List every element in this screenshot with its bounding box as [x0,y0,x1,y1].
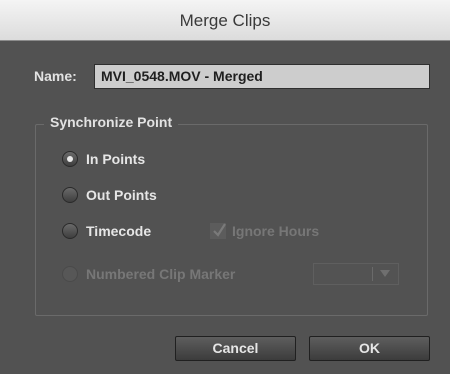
out-points-option[interactable]: Out Points [62,185,157,205]
cancel-button[interactable]: Cancel [175,336,296,361]
radio-button-icon[interactable] [62,187,78,203]
window-titlebar[interactable]: Merge Clips [0,0,450,41]
name-input[interactable]: MVI_0548.MOV - Merged [94,64,430,89]
checkmark-icon[interactable] [210,223,226,239]
timecode-label: Timecode [86,223,152,239]
in-points-label: In Points [86,151,146,167]
merge-clips-dialog: Merge Clips Name: MVI_0548.MOV - Merged … [0,0,450,374]
radio-button-icon[interactable] [62,151,78,167]
numbered-clip-marker-option[interactable]: Numbered Clip Marker [62,264,235,284]
out-points-label: Out Points [86,187,157,203]
radio-button-icon[interactable] [62,266,78,282]
ignore-hours-label: Ignore Hours [232,223,320,239]
synchronize-point-title: Synchronize Point [44,114,179,130]
timecode-option[interactable]: Timecode [62,221,151,241]
name-label: Name: [34,68,77,84]
radio-button-icon[interactable] [62,223,78,239]
ignore-hours-checkbox[interactable]: Ignore Hours [210,221,319,241]
chevron-down-icon [380,270,390,277]
dropdown-divider [372,267,373,281]
window-title: Merge Clips [179,11,271,30]
ok-button[interactable]: OK [309,336,430,361]
clip-marker-dropdown[interactable] [313,263,399,285]
in-points-option[interactable]: In Points [62,149,145,169]
numbered-clip-marker-label: Numbered Clip Marker [86,266,236,282]
